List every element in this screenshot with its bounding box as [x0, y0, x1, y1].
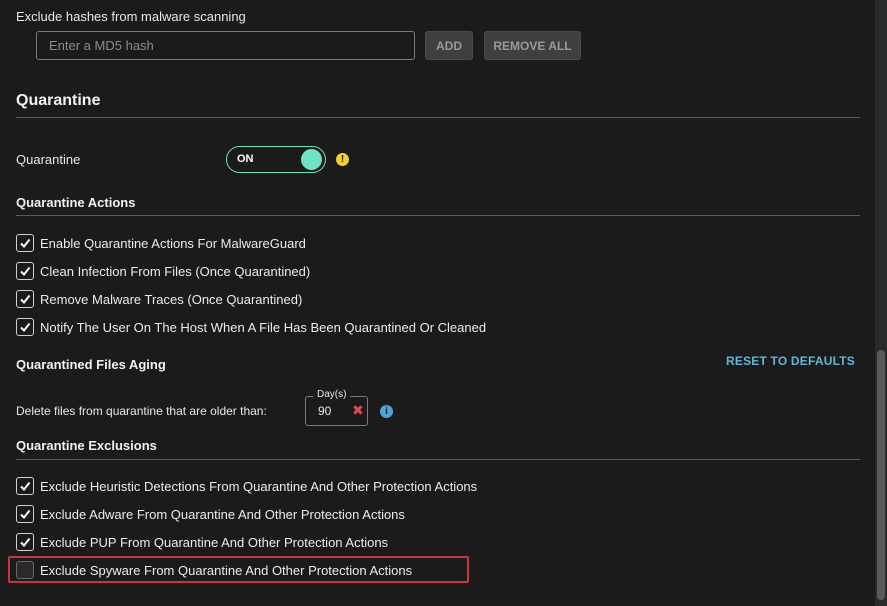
checkmark-icon [20, 238, 31, 249]
checkmark-icon [20, 322, 31, 333]
checkbox-label: Remove Malware Traces (Once Quarantined) [40, 291, 303, 307]
checkbox-row[interactable]: Notify The User On The Host When A File … [16, 317, 486, 337]
quarantined-files-aging-title: Quarantined Files Aging [16, 357, 166, 372]
toggle-knob [301, 149, 322, 170]
exclamation-icon[interactable]: ! [336, 153, 349, 166]
checkbox-row[interactable]: Exclude PUP From Quarantine And Other Pr… [16, 532, 388, 552]
checkbox-checked[interactable] [16, 318, 34, 336]
quarantine-actions-title: Quarantine Actions [16, 195, 136, 210]
checkbox-label: Exclude Heuristic Detections From Quaran… [40, 478, 478, 494]
clear-icon[interactable]: ✖ [352, 402, 364, 419]
divider [16, 215, 860, 216]
checkmark-icon [20, 509, 31, 520]
toggle-state-label: ON [237, 153, 254, 165]
checkbox-label: Exclude Adware From Quarantine And Other… [40, 506, 405, 522]
checkbox-row[interactable]: Exclude Heuristic Detections From Quaran… [16, 476, 477, 496]
remove-all-hashes-button[interactable]: REMOVE ALL [484, 31, 581, 60]
checkmark-icon [20, 481, 31, 492]
checkbox-checked[interactable] [16, 262, 34, 280]
checkbox-row[interactable]: Clean Infection From Files (Once Quarant… [16, 261, 310, 281]
quarantine-exclusions-title: Quarantine Exclusions [16, 438, 157, 453]
checkbox-checked[interactable] [16, 477, 34, 495]
delete-files-label: Delete files from quarantine that are ol… [16, 404, 267, 418]
divider [16, 117, 860, 118]
highlight-box [8, 556, 469, 583]
checkbox-checked[interactable] [16, 290, 34, 308]
checkbox-checked[interactable] [16, 533, 34, 551]
scrollbar-thumb[interactable] [877, 350, 885, 600]
checkbox-label: Exclude PUP From Quarantine And Other Pr… [40, 534, 389, 550]
checkbox-row[interactable]: Remove Malware Traces (Once Quarantined) [16, 289, 302, 309]
divider [16, 459, 860, 460]
checkbox-label: Clean Infection From Files (Once Quarant… [40, 263, 311, 279]
days-value[interactable]: 90 [318, 404, 331, 418]
info-icon[interactable]: i [380, 405, 393, 418]
checkmark-icon [20, 537, 31, 548]
days-legend: Day(s) [313, 389, 351, 400]
checkbox-row[interactable]: Exclude Adware From Quarantine And Other… [16, 504, 405, 524]
add-hash-button[interactable]: ADD [425, 31, 473, 60]
quarantine-toggle[interactable]: ON [226, 146, 326, 173]
checkbox-row[interactable]: Enable Quarantine Actions For MalwareGua… [16, 233, 306, 253]
quarantine-toggle-label: Quarantine [16, 152, 81, 167]
checkbox-label: Notify The User On The Host When A File … [40, 319, 487, 335]
exclude-hashes-label: Exclude hashes from malware scanning [16, 9, 246, 24]
checkbox-label: Enable Quarantine Actions For MalwareGua… [40, 235, 306, 251]
reset-to-defaults-link[interactable]: RESET TO DEFAULTS [726, 354, 855, 368]
md5-hash-input[interactable] [36, 31, 415, 60]
quarantine-section-title: Quarantine [16, 92, 101, 109]
checkmark-icon [20, 294, 31, 305]
checkbox-checked[interactable] [16, 505, 34, 523]
checkmark-icon [20, 266, 31, 277]
checkbox-checked[interactable] [16, 234, 34, 252]
